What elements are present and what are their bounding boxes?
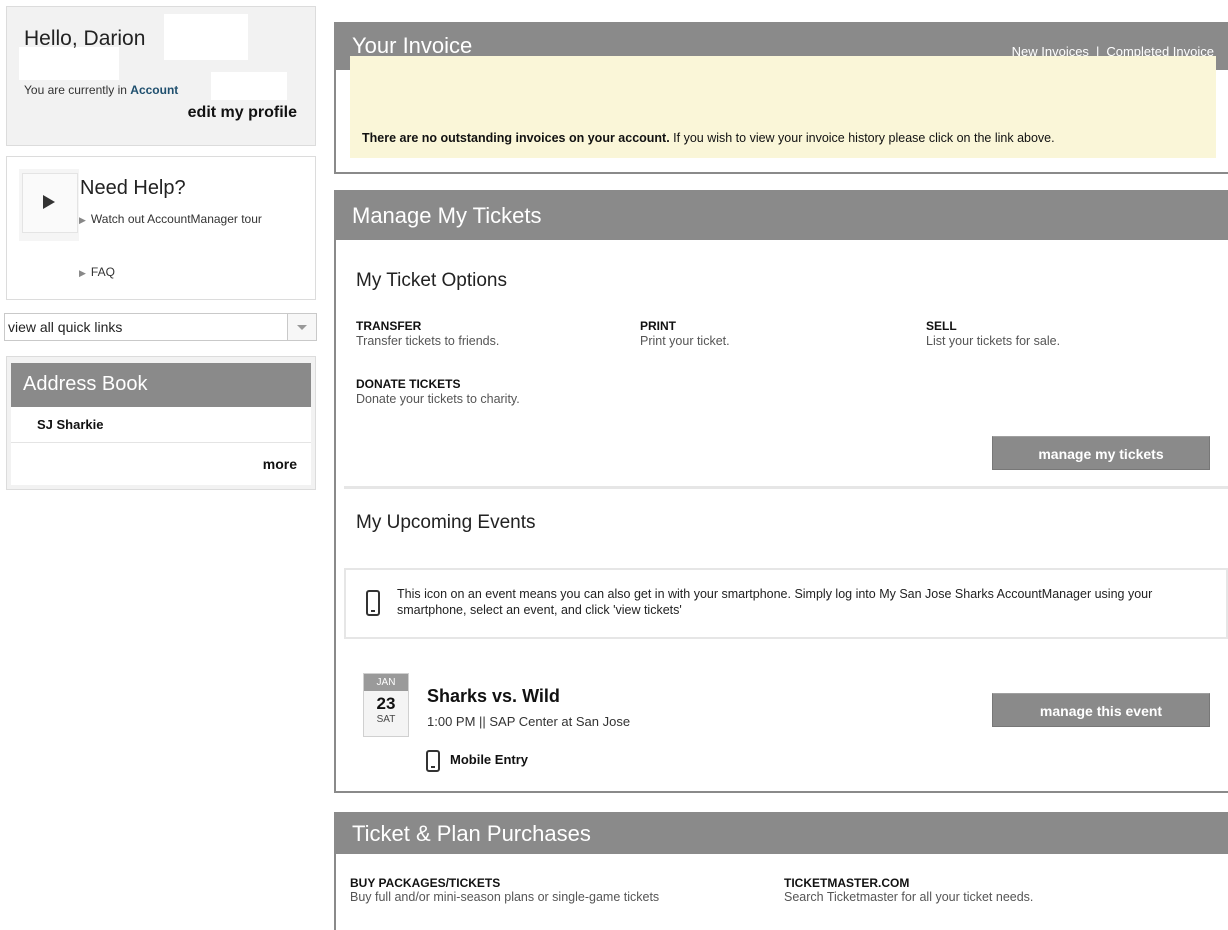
play-icon <box>43 195 55 209</box>
help-title: Need Help? <box>80 177 186 199</box>
option-transfer[interactable]: TRANSFER Transfer tickets to friends. <box>356 319 499 348</box>
redacted-area <box>19 47 119 80</box>
dropdown-arrow[interactable] <box>287 314 316 340</box>
option-donate[interactable]: DONATE TICKETS Donate your tickets to ch… <box>356 377 520 406</box>
redacted-area <box>211 72 287 100</box>
address-book-panel: Address Book SJ Sharkie more <box>6 356 316 490</box>
mobile-entry-label: Mobile Entry <box>450 752 529 767</box>
quick-links-value: view all quick links <box>8 319 123 335</box>
triangle-right-icon: ▶ <box>79 215 86 225</box>
quick-links-select[interactable]: view all quick links <box>4 313 317 341</box>
buy-packages-option[interactable]: BUY PACKAGES/TICKETS Buy full and/or min… <box>350 876 659 904</box>
manage-tickets-header: Manage My Tickets <box>336 190 1228 240</box>
option-print[interactable]: PRINT Print your ticket. <box>640 319 730 348</box>
manage-tickets-panel: Manage My Tickets My Ticket Options TRAN… <box>334 190 1228 793</box>
chevron-down-icon <box>297 325 307 330</box>
divider <box>344 486 1228 489</box>
manage-tickets-title: Manage My Tickets <box>352 203 542 228</box>
ticket-options-heading: My Ticket Options <box>356 270 507 291</box>
event-info: 1:00 PM || SAP Center at San Jose <box>427 714 631 729</box>
help-panel: Need Help? ▶ Watch out AccountManager tou… <box>6 156 316 300</box>
smartphone-icon <box>366 590 380 616</box>
account-label: Account <box>130 83 179 97</box>
divider <box>11 442 311 443</box>
purchases-panel: Ticket & Plan Purchases BUY PACKAGES/TIC… <box>334 812 1228 930</box>
upcoming-events-heading: My Upcoming Events <box>356 512 536 533</box>
purchases-header: Ticket & Plan Purchases <box>336 812 1228 854</box>
smartphone-icon <box>426 750 440 772</box>
greeting-panel: Hello, Darion You are currently in Accou… <box>6 6 316 146</box>
tour-video-thumbnail[interactable] <box>19 169 79 241</box>
tour-link[interactable]: ▶ Watch out AccountManager tour <box>79 212 262 226</box>
contact-item[interactable]: SJ Sharkie <box>37 417 104 432</box>
invoice-panel: Your Invoice New Invoices | Completed Invo… <box>334 22 1228 174</box>
current-location: You are currently in Account <box>24 83 179 97</box>
option-sell[interactable]: SELL List your tickets for sale. <box>926 319 1060 348</box>
faq-link[interactable]: ▶ FAQ <box>79 265 115 279</box>
manage-this-event-button[interactable]: manage this event <box>992 693 1210 727</box>
invoice-notice: There are no outstanding invoices on you… <box>350 56 1216 158</box>
smartphone-notice: This icon on an event means you can also… <box>344 568 1228 639</box>
redacted-area <box>164 14 248 60</box>
address-book-header: Address Book <box>11 363 311 407</box>
more-link[interactable]: more <box>263 456 297 472</box>
triangle-right-icon: ▶ <box>79 268 86 278</box>
event-title[interactable]: Sharks vs. Wild <box>427 686 560 707</box>
manage-my-tickets-button[interactable]: manage my tickets <box>992 436 1210 470</box>
purchases-title: Ticket & Plan Purchases <box>352 821 591 846</box>
ticketmaster-option[interactable]: TICKETMASTER.COM Search Ticketmaster for… <box>784 876 1033 904</box>
event-date-badge: JAN 23 SAT <box>363 673 409 737</box>
edit-profile-link[interactable]: edit my profile <box>188 104 297 122</box>
greeting-text: Hello, Darion <box>24 27 146 50</box>
